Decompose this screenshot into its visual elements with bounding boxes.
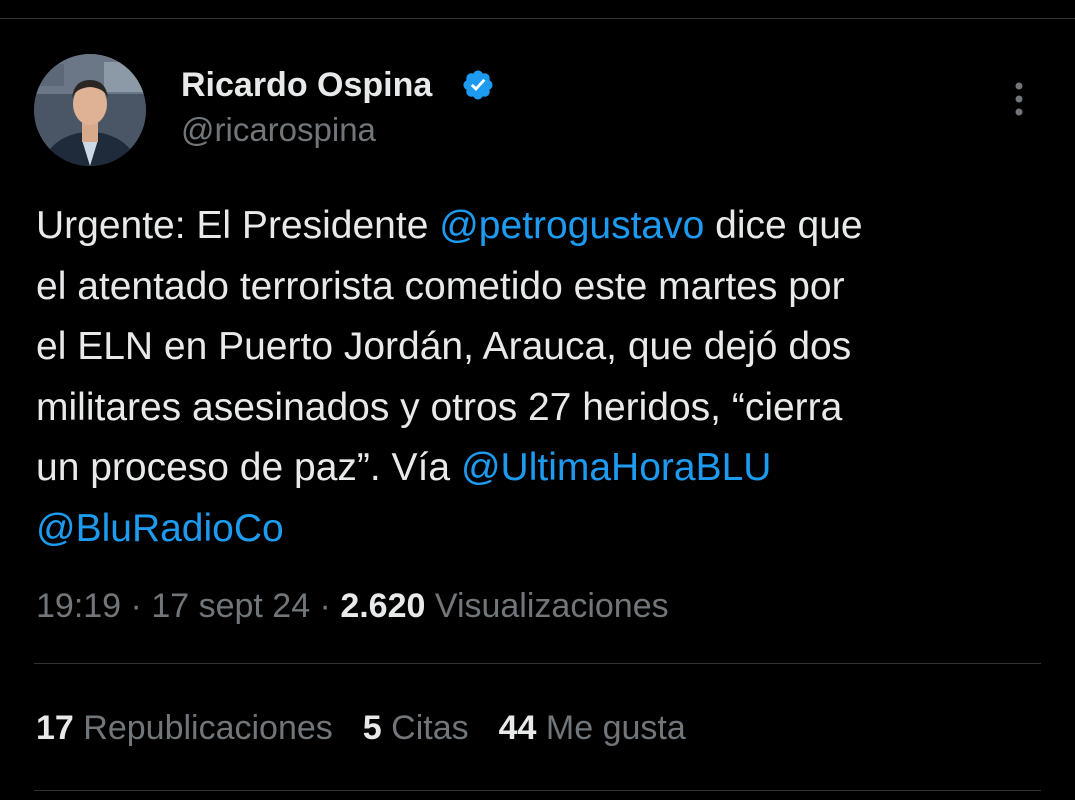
- tweet-meta: 19:19 · 17 sept 24 · 2.620 Visualizacion…: [36, 584, 669, 628]
- quotes-count: 5: [362, 709, 382, 747]
- meta-separator: ·: [310, 587, 341, 625]
- top-divider: [0, 18, 1075, 19]
- tweet-text-line: un proceso de paz”. Vía @UltimaHoraBLU: [36, 438, 1046, 499]
- views-count: 2.620: [340, 587, 426, 625]
- tweet-text-line: Urgente: El Presidente @petrogustavo dic…: [36, 196, 1046, 257]
- tweet-text-line: @BluRadioCo: [36, 499, 1046, 560]
- quotes-stat[interactable]: 5 Citas: [363, 706, 469, 750]
- tweet-date[interactable]: 17 sept 24: [151, 587, 310, 625]
- author-handle[interactable]: @ricarospina: [181, 110, 376, 150]
- verified-badge-icon: [461, 68, 495, 102]
- reposts-stat[interactable]: 17 Republicaciones: [36, 706, 333, 750]
- likes-label: Me gusta: [545, 709, 686, 747]
- author-display-name[interactable]: Ricardo Ospina: [181, 64, 432, 106]
- tweet-text-segment: un proceso de paz”. Vía: [36, 446, 461, 489]
- avatar[interactable]: [34, 54, 146, 166]
- reposts-label: Republicaciones: [83, 709, 333, 747]
- tweet-text: Urgente: El Presidente @petrogustavo dic…: [36, 196, 1046, 559]
- likes-stat[interactable]: 44 Me gusta: [499, 706, 686, 750]
- views-label: Visualizaciones: [434, 587, 669, 625]
- tweet-text-segment: dice que: [704, 204, 863, 247]
- engagement-stats: 17 Republicaciones 5 Citas 44 Me gusta: [36, 706, 716, 750]
- divider: [34, 790, 1041, 791]
- mention-link[interactable]: @petrogustavo: [439, 204, 704, 247]
- more-options-button[interactable]: [1000, 78, 1038, 120]
- more-vertical-icon: [1015, 82, 1023, 116]
- avatar-photo: [34, 54, 146, 166]
- tweet-text-line: el atentado terrorista cometido este mar…: [36, 257, 1046, 318]
- reposts-count: 17: [36, 709, 74, 747]
- quotes-label: Citas: [391, 709, 469, 747]
- divider: [34, 663, 1041, 664]
- tweet-time[interactable]: 19:19: [36, 587, 121, 625]
- likes-count: 44: [498, 709, 537, 747]
- tweet-text-segment: el ELN en Puerto Jordán, Arauca, que dej…: [36, 325, 852, 368]
- tweet-text-line: el ELN en Puerto Jordán, Arauca, que dej…: [36, 317, 1046, 378]
- tweet-text-segment: militares asesinados y otros 27 heridos,…: [36, 385, 843, 429]
- meta-separator: ·: [121, 587, 152, 625]
- mention-link[interactable]: @UltimaHoraBLU: [461, 446, 772, 489]
- mention-link[interactable]: @BluRadioCo: [36, 507, 284, 550]
- tweet-text-segment: Urgente: El Presidente: [36, 204, 440, 247]
- tweet-text-segment: el atentado terrorista cometido este mar…: [36, 264, 845, 308]
- tweet-text-line: militares asesinados y otros 27 heridos,…: [36, 378, 1046, 439]
